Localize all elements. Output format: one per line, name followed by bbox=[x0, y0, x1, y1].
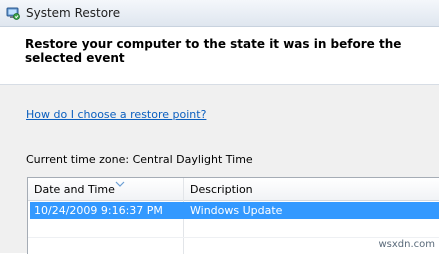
wizard-content: How do I choose a restore point? Current… bbox=[0, 85, 439, 254]
cell-description: Windows Update bbox=[190, 204, 283, 217]
system-restore-icon bbox=[6, 6, 20, 20]
restore-points-table[interactable]: Date and Time Description 10/24/2009 9:1… bbox=[27, 177, 439, 254]
column-header-date-time[interactable]: Date and Time bbox=[34, 183, 115, 196]
wizard-header: Restore your computer to the state it wa… bbox=[0, 27, 439, 85]
help-link[interactable]: How do I choose a restore point? bbox=[26, 108, 206, 121]
window-title: System Restore bbox=[26, 6, 121, 20]
cell-date-time: 10/24/2009 9:16:37 PM bbox=[34, 204, 163, 217]
sort-arrow-icon bbox=[115, 177, 125, 187]
table-header: Date and Time Description bbox=[28, 178, 439, 201]
column-header-description[interactable]: Description bbox=[190, 183, 253, 196]
title-bar: System Restore bbox=[0, 0, 439, 27]
table-row[interactable]: 10/24/2009 9:16:37 PM Windows Update bbox=[30, 202, 439, 219]
watermark: wsxdn.com bbox=[378, 239, 435, 250]
row-divider bbox=[28, 237, 439, 238]
timezone-label: Current time zone: Central Daylight Time bbox=[26, 153, 253, 166]
page-title: Restore your computer to the state it wa… bbox=[25, 37, 402, 65]
